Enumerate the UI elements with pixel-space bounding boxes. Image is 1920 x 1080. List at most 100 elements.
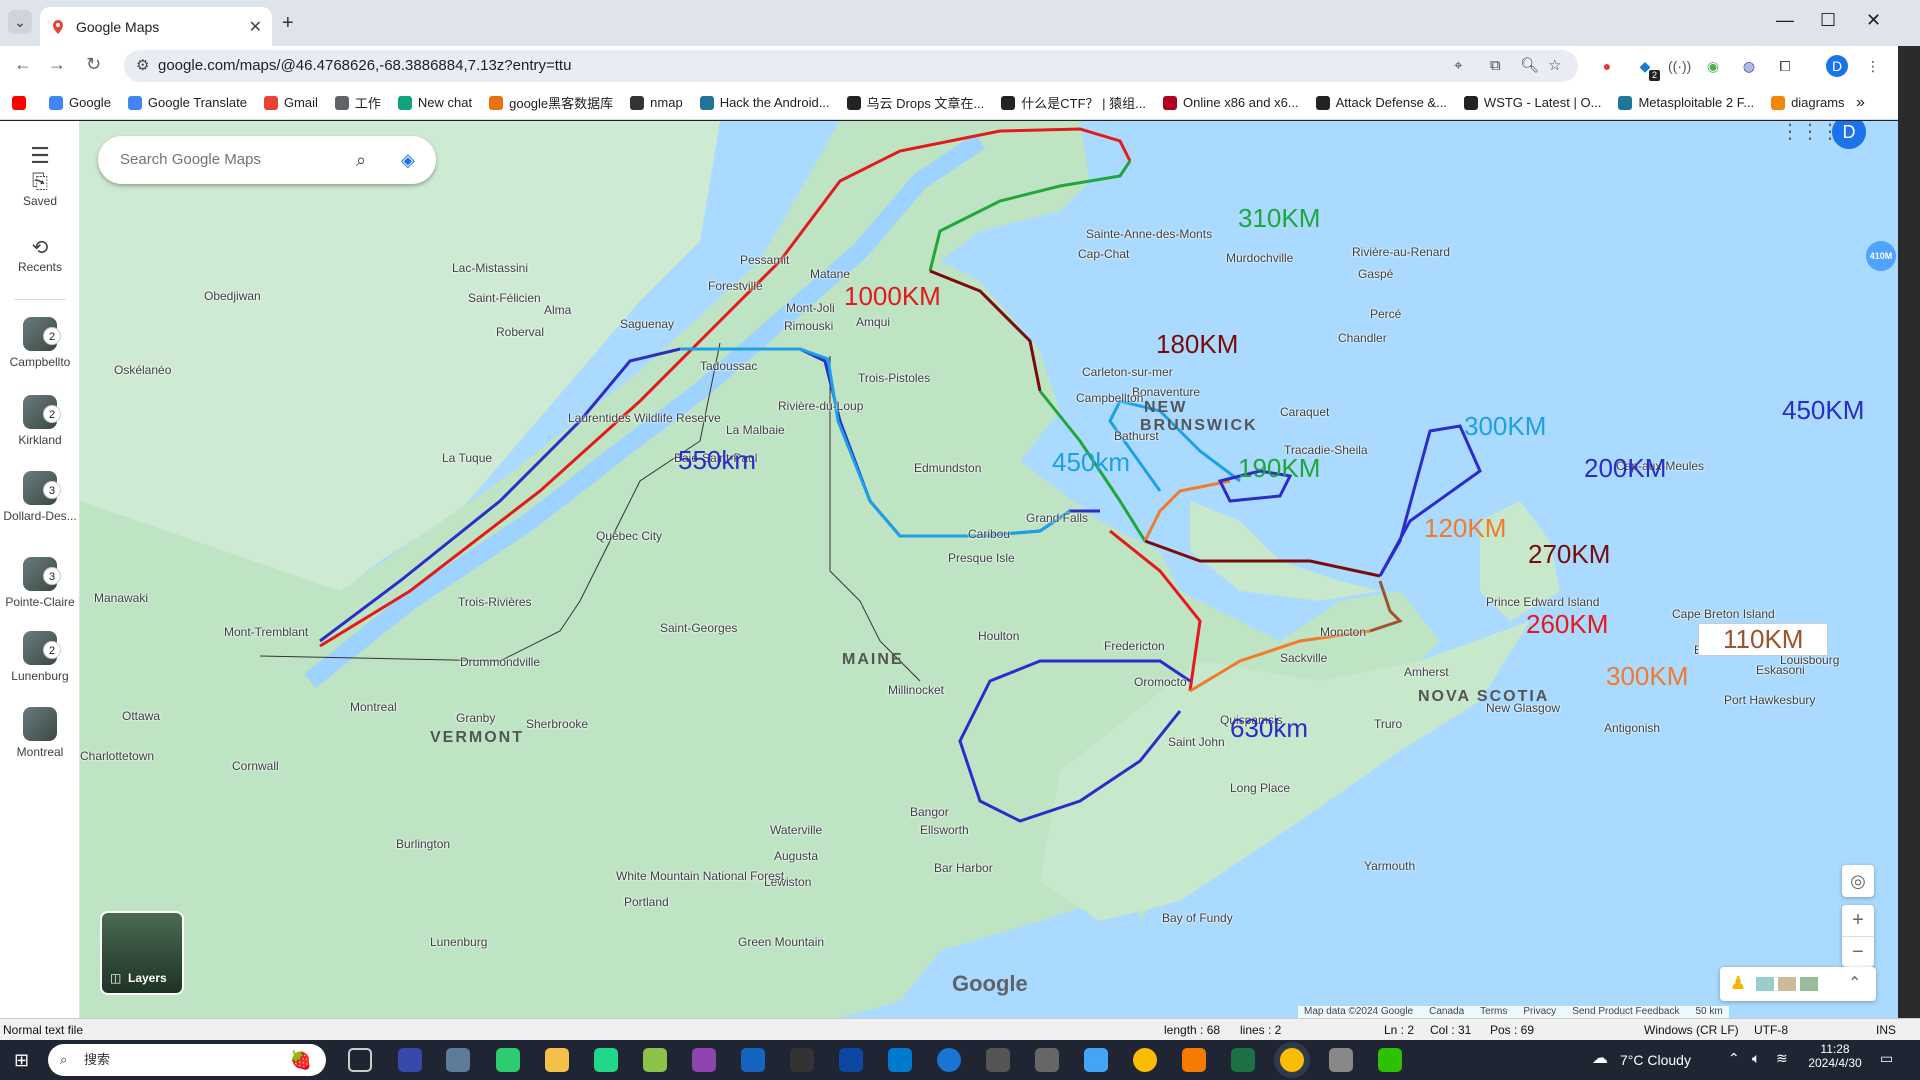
profile-avatar[interactable]: D [1826,55,1848,77]
map-place-label[interactable]: Oromocto [1134,675,1187,689]
map-place-label[interactable]: Montreal [350,700,397,714]
vscode-icon[interactable] [888,1048,912,1072]
map-place-label[interactable]: Obedjiwan [204,289,261,303]
recent-place[interactable]: 3 Pointe-Claire [0,557,80,609]
extension-icon[interactable]: ● [1596,55,1618,77]
excel-icon[interactable] [1231,1048,1255,1072]
tray-chevron-icon[interactable]: ⌃ [1728,1050,1740,1067]
app-icon[interactable] [986,1048,1010,1072]
map-place-label[interactable]: Drummondville [460,655,540,669]
start-windows-icon[interactable]: ⊞ [14,1050,29,1071]
map-place-label[interactable]: Bar Harbor [934,861,993,875]
map-place-label[interactable]: Chandler [1338,331,1387,345]
map-place-label[interactable]: Lunenburg [430,935,487,949]
bookmark-item[interactable]: 工作 [334,93,381,112]
app-icon[interactable] [1084,1048,1108,1072]
tab-close-icon[interactable]: ✕ [249,17,262,37]
wifi-icon[interactable]: ≋ [1776,1050,1788,1067]
zoom-icon[interactable]: 🔍︎ [1520,50,1539,82]
expand-chevron-icon[interactable]: ⌃ [1848,973,1861,993]
map-place-label[interactable]: La Malbaie [726,423,785,437]
map-place-label[interactable]: Augusta [774,849,818,863]
bookmark-star-icon[interactable]: ☆ [1548,50,1561,82]
map-place-label[interactable]: Amqui [856,315,890,329]
file-explorer-icon[interactable] [545,1048,569,1072]
wechat-icon[interactable] [1378,1048,1402,1072]
visual-studio-icon[interactable] [692,1048,716,1072]
attribution-item[interactable]: 50 km [1695,1006,1722,1018]
notepad-plus-icon[interactable] [643,1048,667,1072]
map-place-label[interactable]: Forestville [708,279,763,293]
address-bar[interactable]: ⚙ google.com/maps/@46.4768626,-68.388688… [124,50,1578,82]
map-place-label[interactable]: Québec City [596,529,662,543]
extension-icon[interactable]: ((·)) [1668,55,1691,77]
attribution-item[interactable]: Privacy [1523,1006,1556,1018]
reload-button[interactable]: ↻ [86,54,101,75]
attribution-item[interactable]: Canada [1429,1006,1464,1018]
attribution-item[interactable]: Terms [1480,1006,1507,1018]
site-info-icon[interactable]: ⚙ [136,50,149,82]
volume-icon[interactable]: 🔈︎ [1752,1050,1760,1067]
pycharm-icon[interactable] [594,1048,618,1072]
map-place-label[interactable]: Cap-Chat [1078,247,1129,261]
location-icon[interactable]: ⌖ [1454,50,1462,82]
menu-kebab-icon[interactable]: ⋮ [1862,55,1884,77]
app-icon[interactable] [398,1048,422,1072]
extension-icon[interactable]: ◉ [1702,55,1724,77]
bookmark-item[interactable]: 什么是CTF？ | 猿组... [1001,93,1146,112]
map-place-label[interactable]: Waterville [770,823,822,837]
chrome-icon[interactable] [1280,1048,1304,1072]
map-place-label[interactable]: Rimouski [784,319,833,333]
map-place-label[interactable]: Moncton [1320,625,1366,639]
map-canvas[interactable]: Sainte-Anne-des-Monts Cap-Chat Murdochvill… [80,121,1898,1018]
pegman-icon[interactable]: ♟ [1730,973,1746,994]
minimize-button[interactable]: — [1776,10,1794,31]
map-place-label[interactable]: Carleton-sur-mer [1082,365,1173,379]
map-place-label[interactable]: Mont-Tremblant [224,625,308,639]
tab-search-button[interactable]: ⌄ [8,10,32,34]
map-place-label[interactable]: Fredericton [1104,639,1165,653]
map-place-label[interactable]: Percé [1370,307,1401,321]
app-icon[interactable] [1182,1048,1206,1072]
bookmark-item[interactable]: Gmail [263,95,318,110]
map-place-label[interactable]: Charlottetown [80,749,154,763]
map-place-label[interactable]: Caribou [968,527,1010,541]
map-place-label[interactable]: Cornwall [232,759,279,773]
map-place-label[interactable]: Grand Falls [1026,511,1088,525]
bookmark-item[interactable]: Google Translate [127,95,247,110]
sidebar-scroll[interactable] [1898,46,1920,1018]
extension-icon[interactable]: ◍ [1738,55,1760,77]
map-place-label[interactable]: Murdochville [1226,251,1293,265]
bookmark-item[interactable] [12,95,32,110]
imagery-thumb[interactable] [1800,977,1818,991]
recent-place[interactable]: Montreal [0,707,80,759]
map-place-label[interactable]: Oskélanéo [114,363,171,377]
map-place-label[interactable]: Truro [1374,717,1402,731]
map-place-label[interactable]: Saint John [1168,735,1225,749]
imagery-thumb[interactable] [1778,977,1796,991]
map-place-label[interactable]: White Mountain National Forest [616,869,784,883]
map-place-label[interactable]: La Tuque [442,451,492,465]
powershell-icon[interactable] [839,1048,863,1072]
recent-place[interactable]: 3 Dollard-Des... [0,471,80,523]
map-place-label[interactable]: Saguenay [620,317,674,331]
app-icon[interactable] [446,1048,470,1072]
map-place-label[interactable]: Campbellton [1076,391,1143,405]
hamburger-menu-icon[interactable]: ☰ [0,143,80,169]
map-place-label[interactable]: Manawaki [94,591,148,605]
map-place-label[interactable]: Sackville [1280,651,1327,665]
bookmark-item[interactable]: google黑客数据库 [489,93,613,112]
map-place-label[interactable]: Mont-Joli [786,301,835,315]
map-place-label[interactable]: Cape Breton Island [1672,607,1775,621]
clock[interactable]: 11:28 2024/4/30 [1804,1042,1866,1070]
layers-button[interactable]: ◫ Layers [100,911,184,995]
imagery-thumb[interactable] [1756,977,1774,991]
side-distance-badge[interactable]: 410M [1866,241,1896,271]
notification-icon[interactable]: ▭ [1880,1050,1893,1067]
bookmark-item[interactable]: Metasploitable 2 F... [1618,95,1754,110]
search-input[interactable]: Search Google Maps ⌕ ◈ [98,136,436,184]
map-place-label[interactable]: Trois-Pistoles [858,371,930,385]
extension-icon[interactable]: ◆ 2 [1634,55,1660,81]
map-place-label[interactable]: Pessamit [740,253,789,267]
tab-google-maps[interactable]: Google Maps ✕ [40,7,272,46]
